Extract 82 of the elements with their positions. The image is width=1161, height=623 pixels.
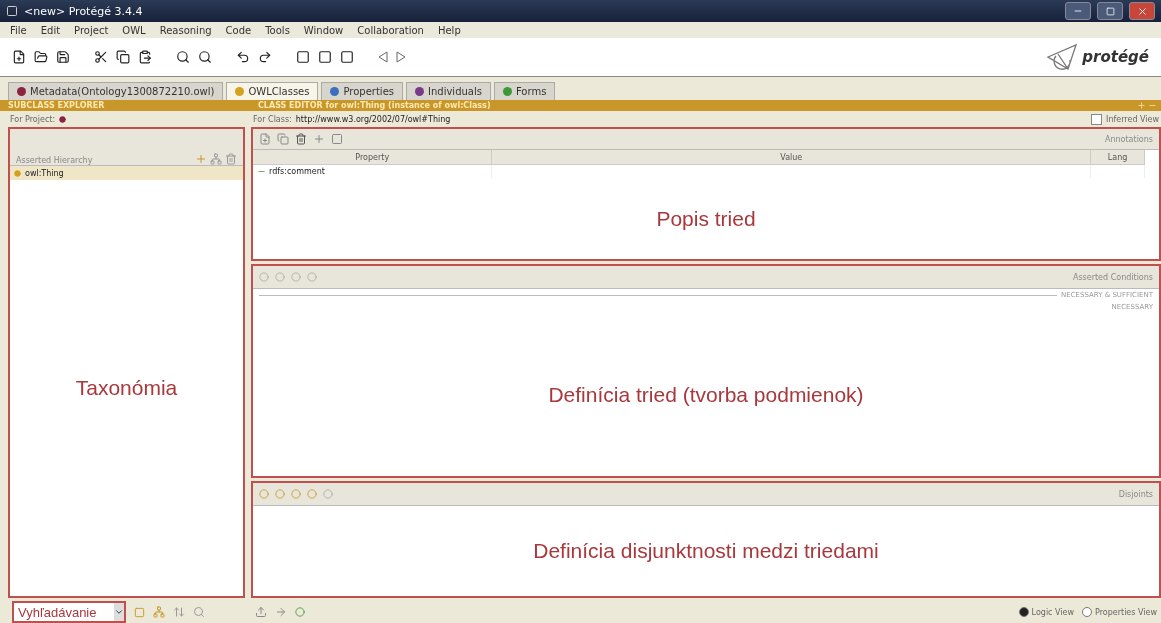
menu-item[interactable]: Reasoning xyxy=(159,24,212,36)
circle-icon[interactable] xyxy=(291,272,301,282)
search-icon[interactable] xyxy=(198,50,212,64)
annotation-text: Taxonómia xyxy=(75,376,178,400)
square-icon[interactable] xyxy=(340,50,354,64)
hierarchy-icon[interactable] xyxy=(210,153,222,165)
square-icon[interactable] xyxy=(318,50,332,64)
class-url: http://www.w3.org/2002/07/owl#Thing xyxy=(295,114,451,124)
column-header: Property xyxy=(253,150,493,165)
menu-item[interactable]: Tools xyxy=(265,24,290,36)
copy-icon[interactable] xyxy=(116,50,130,64)
panel-header: CLASS EDITOR for owl:Thing (instance of owl:Class) xyxy=(257,101,492,110)
open-folder-icon[interactable] xyxy=(34,50,48,64)
window-title: <new> Protégé 3.4.4 xyxy=(24,4,144,18)
undo-icon[interactable] xyxy=(236,50,250,64)
annotation-text: Popis tried xyxy=(656,206,756,231)
redo-icon[interactable] xyxy=(258,50,272,64)
arrow-icon[interactable] xyxy=(275,606,287,618)
tab[interactable]: Individuals xyxy=(406,82,491,100)
column-header: Lang xyxy=(1091,150,1145,165)
checkbox-label: Inferred View xyxy=(1106,114,1159,124)
paste-icon[interactable] xyxy=(138,50,152,64)
forward-arrow-icon[interactable] xyxy=(396,51,406,63)
tab[interactable]: Metadata(Ontology1300872210.owl) xyxy=(8,82,224,100)
back-arrow-icon[interactable] xyxy=(378,51,388,63)
plus-icon[interactable] xyxy=(1137,101,1146,110)
menu-item[interactable]: Window xyxy=(303,24,344,36)
dropdown-caret-icon xyxy=(114,607,124,617)
circle-icon[interactable] xyxy=(275,489,285,499)
panel-header: SUBCLASS EXPLORER xyxy=(7,101,106,110)
circle-icon[interactable] xyxy=(259,272,269,282)
logo-text: protégé xyxy=(1082,48,1149,66)
close-button[interactable] xyxy=(1129,2,1155,20)
sort-icon[interactable] xyxy=(173,606,185,618)
circle-icon[interactable] xyxy=(295,607,305,617)
table-cell: rdfs:comment xyxy=(253,165,493,178)
menu-item[interactable]: Help xyxy=(437,24,461,36)
add-class-icon[interactable] xyxy=(195,153,207,165)
maximize-icon xyxy=(1105,6,1115,16)
tab[interactable]: OWLClasses xyxy=(226,82,319,100)
square-icon[interactable] xyxy=(296,50,310,64)
tab[interactable]: Forms xyxy=(493,82,556,100)
delete-icon[interactable] xyxy=(295,133,307,145)
save-icon[interactable] xyxy=(56,50,70,64)
maximize-button[interactable] xyxy=(1097,2,1123,20)
tab[interactable]: Properties xyxy=(321,82,403,100)
tree-item[interactable]: owl:Thing xyxy=(10,166,243,180)
app-icon xyxy=(6,5,18,17)
circle-icon[interactable] xyxy=(307,489,317,499)
cut-icon[interactable] xyxy=(94,50,108,64)
circle-icon[interactable] xyxy=(259,489,269,499)
hierarchy-title: Asserted Hierarchy xyxy=(16,156,93,165)
menu-item[interactable]: File xyxy=(10,24,27,36)
new-file-icon[interactable] xyxy=(12,50,26,64)
menu-item[interactable]: Collaboration xyxy=(357,24,424,36)
annotation-text: Definícia tried (tvorba podmienok) xyxy=(548,382,864,407)
plus-icon[interactable] xyxy=(313,133,325,145)
menu-item[interactable]: OWL xyxy=(122,24,146,36)
project-dot-icon xyxy=(59,115,67,123)
annotation-text: Definícia disjunktnosti medzi triedami xyxy=(533,539,879,563)
search-icon[interactable] xyxy=(176,50,190,64)
menu-item[interactable]: Edit xyxy=(40,24,61,36)
search-field[interactable]: Vyhľadávanie xyxy=(12,601,126,623)
radio-option[interactable]: Properties View xyxy=(1082,607,1157,617)
for-class-label: For Class: xyxy=(253,114,292,124)
disjoints-title: Disjoints xyxy=(1118,489,1153,499)
circle-icon[interactable] xyxy=(323,489,333,499)
class-dot-icon xyxy=(14,169,21,177)
menu-item[interactable]: Code xyxy=(225,24,252,36)
circle-icon[interactable] xyxy=(291,489,301,499)
circle-icon[interactable] xyxy=(307,272,317,282)
checkbox[interactable] xyxy=(1091,113,1103,125)
upload-icon[interactable] xyxy=(255,606,267,618)
for-project-label: For Project: xyxy=(10,114,56,124)
circle-icon[interactable] xyxy=(275,272,285,282)
close-icon xyxy=(1136,5,1148,17)
column-header: Value xyxy=(492,150,1092,165)
hierarchy-icon[interactable] xyxy=(153,606,165,618)
menu-item[interactable]: Project xyxy=(74,24,109,36)
radio-option[interactable]: Logic View xyxy=(1018,607,1075,617)
conditions-title: Asserted Conditions xyxy=(1072,272,1153,282)
minimize-button[interactable] xyxy=(1065,2,1091,20)
